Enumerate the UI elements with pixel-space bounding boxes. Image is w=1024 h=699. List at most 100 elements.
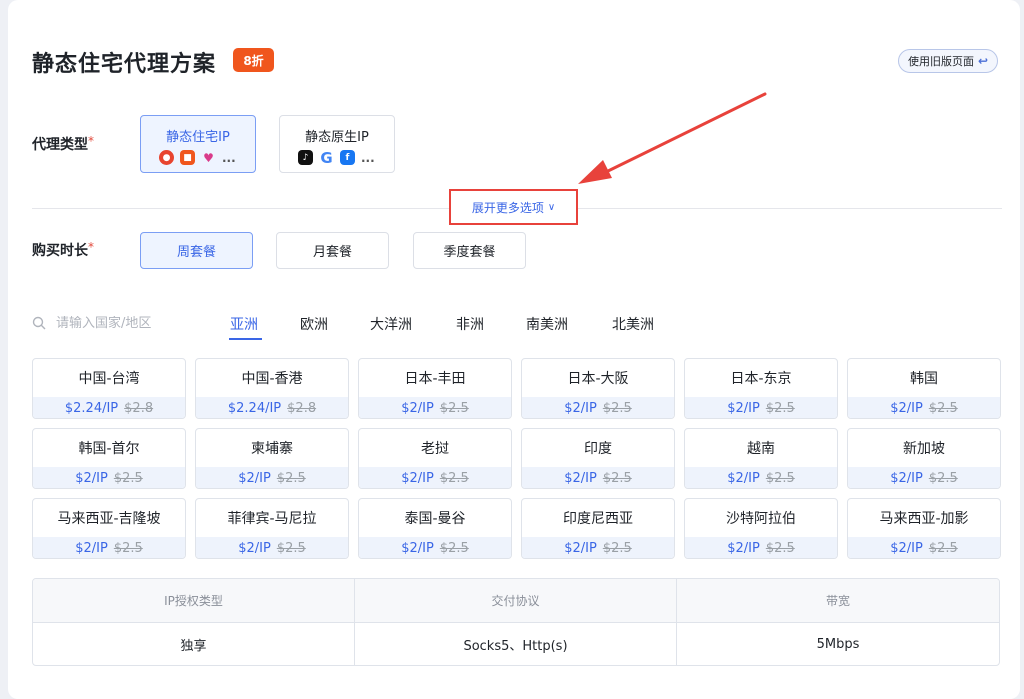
location-card[interactable]: 泰国-曼谷 $2/IP $2.5 [358, 498, 512, 559]
more-icons: ... [222, 150, 236, 165]
location-original-price: $2.5 [439, 541, 469, 556]
location-name: 韩国 [910, 371, 938, 387]
old-page-button-label: 使用旧版页面 [907, 55, 974, 68]
location-price: $2/IP [564, 471, 597, 486]
more-icons: ... [361, 150, 375, 165]
use-old-page-button[interactable]: 使用旧版页面 ↩ [898, 49, 998, 73]
expand-more-options-button[interactable]: 展开更多选项 ∨ [449, 189, 578, 225]
location-card[interactable]: 新加坡 $2/IP $2.5 [847, 428, 1001, 489]
location-original-price: $2.5 [765, 471, 795, 486]
location-price: $2/IP [238, 471, 271, 486]
location-name: 柬埔寨 [251, 441, 293, 457]
location-name: 沙特阿拉伯 [726, 511, 796, 527]
proxy-type-option-label: 静态原生IP [305, 130, 369, 145]
location-name: 新加坡 [903, 441, 945, 457]
location-card[interactable]: 日本-丰田 $2/IP $2.5 [358, 358, 512, 419]
location-original-price: $2.5 [602, 471, 632, 486]
location-original-price: $2.5 [439, 401, 469, 416]
tab-africa[interactable]: 非洲 [456, 314, 484, 334]
duration-quarterly[interactable]: 季度套餐 [413, 232, 526, 269]
location-card[interactable]: 中国-台湾 $2.24/IP $2.8 [32, 358, 186, 419]
spec-value: Socks5、Http(s) [463, 639, 568, 654]
search-icon [32, 316, 46, 330]
location-original-price: $2.5 [602, 401, 632, 416]
expand-label: 展开更多选项 [471, 200, 544, 215]
location-card[interactable]: 马来西亚-吉隆坡 $2/IP $2.5 [32, 498, 186, 559]
location-card[interactable]: 韩国 $2/IP $2.5 [847, 358, 1001, 419]
location-card[interactable]: 柬埔寨 $2/IP $2.5 [195, 428, 349, 489]
location-original-price: $2.5 [113, 541, 143, 556]
tab-europe[interactable]: 欧洲 [300, 314, 328, 334]
location-price: $2.24/IP [64, 401, 119, 416]
chevron-down-icon: ∨ [547, 201, 556, 213]
location-original-price: $2.5 [765, 541, 795, 556]
location-original-price: $2.5 [928, 471, 958, 486]
google-icon: G [320, 148, 333, 167]
location-card[interactable]: 沙特阿拉伯 $2/IP $2.5 [684, 498, 838, 559]
location-price: $2/IP [727, 401, 760, 416]
spec-column: 带宽 5Mbps [677, 579, 999, 665]
location-name: 菲律宾-马尼拉 [227, 511, 317, 527]
location-card[interactable]: 马来西亚-加影 $2/IP $2.5 [847, 498, 1001, 559]
location-price: $2/IP [564, 541, 597, 556]
location-price: $2/IP [727, 471, 760, 486]
location-name: 日本-东京 [730, 371, 792, 387]
location-price: $2/IP [238, 541, 271, 556]
location-original-price: $2.5 [928, 401, 958, 416]
location-price: $2/IP [401, 541, 434, 556]
country-search-input[interactable] [56, 315, 176, 331]
spec-value: 独享 [180, 639, 207, 654]
location-price: $2/IP [75, 471, 108, 486]
location-name: 中国-台湾 [78, 371, 140, 387]
proxy-type-static-native[interactable]: 静态原生IP ♪ G f ... [279, 115, 395, 173]
location-original-price: $2.5 [765, 401, 795, 416]
tiktok-icon: ♪ [298, 150, 313, 165]
location-price: $2/IP [401, 401, 434, 416]
active-tab-underline [229, 338, 262, 340]
location-price: $2/IP [401, 471, 434, 486]
location-original-price: $2.5 [276, 471, 306, 486]
location-card[interactable]: 越南 $2/IP $2.5 [684, 428, 838, 489]
tab-asia[interactable]: 亚洲 [230, 314, 258, 334]
lazada-icon: ♥ [203, 150, 214, 165]
location-price: $2/IP [890, 541, 923, 556]
location-card[interactable]: 日本-东京 $2/IP $2.5 [684, 358, 838, 419]
duration-weekly[interactable]: 周套餐 [140, 232, 253, 269]
location-original-price: $2.5 [439, 471, 469, 486]
spec-column: 交付协议 Socks5、Http(s) [355, 579, 677, 665]
location-original-price: $2.5 [602, 541, 632, 556]
location-card[interactable]: 韩国-首尔 $2/IP $2.5 [32, 428, 186, 489]
spec-table: IP授权类型 独享 交付协议 Socks5、Http(s) 带宽 5Mbps [32, 578, 1000, 666]
location-card[interactable]: 老挝 $2/IP $2.5 [358, 428, 512, 489]
location-name: 印度 [584, 441, 612, 457]
required-mark: * [88, 240, 94, 254]
duration-label-text: 购买时长 [32, 243, 88, 259]
spec-column: IP授权类型 独享 [33, 579, 355, 665]
location-original-price: $2.5 [113, 471, 143, 486]
location-price: $2/IP [890, 471, 923, 486]
location-card[interactable]: 中国-香港 $2.24/IP $2.8 [195, 358, 349, 419]
proxy-type-static-residential[interactable]: 静态住宅IP ● ■ ♥ ... [140, 115, 256, 173]
taobao-icon: ■ [180, 150, 195, 165]
tab-south-america[interactable]: 南美洲 [526, 314, 568, 334]
tab-oceania[interactable]: 大洋洲 [370, 314, 412, 334]
return-icon: ↩ [977, 54, 989, 68]
location-card[interactable]: 日本-大阪 $2/IP $2.5 [521, 358, 675, 419]
duration-monthly[interactable]: 月套餐 [276, 232, 389, 269]
location-name: 印度尼西亚 [563, 511, 633, 527]
proxy-type-label: 代理类型* [32, 134, 94, 154]
location-card[interactable]: 印度尼西亚 $2/IP $2.5 [521, 498, 675, 559]
location-card[interactable]: 印度 $2/IP $2.5 [521, 428, 675, 489]
discount-badge: 8折 [233, 48, 274, 72]
page-title: 静态住宅代理方案 [32, 52, 217, 77]
tab-north-america[interactable]: 北美洲 [612, 314, 654, 334]
spec-header: 交付协议 [355, 579, 676, 623]
location-name: 越南 [747, 441, 775, 457]
location-price: $2/IP [727, 541, 760, 556]
weibo-icon: ● [159, 150, 174, 165]
location-price: $2/IP [75, 541, 108, 556]
required-mark: * [88, 134, 94, 148]
location-original-price: $2.5 [276, 541, 306, 556]
country-search [32, 306, 192, 340]
location-card[interactable]: 菲律宾-马尼拉 $2/IP $2.5 [195, 498, 349, 559]
